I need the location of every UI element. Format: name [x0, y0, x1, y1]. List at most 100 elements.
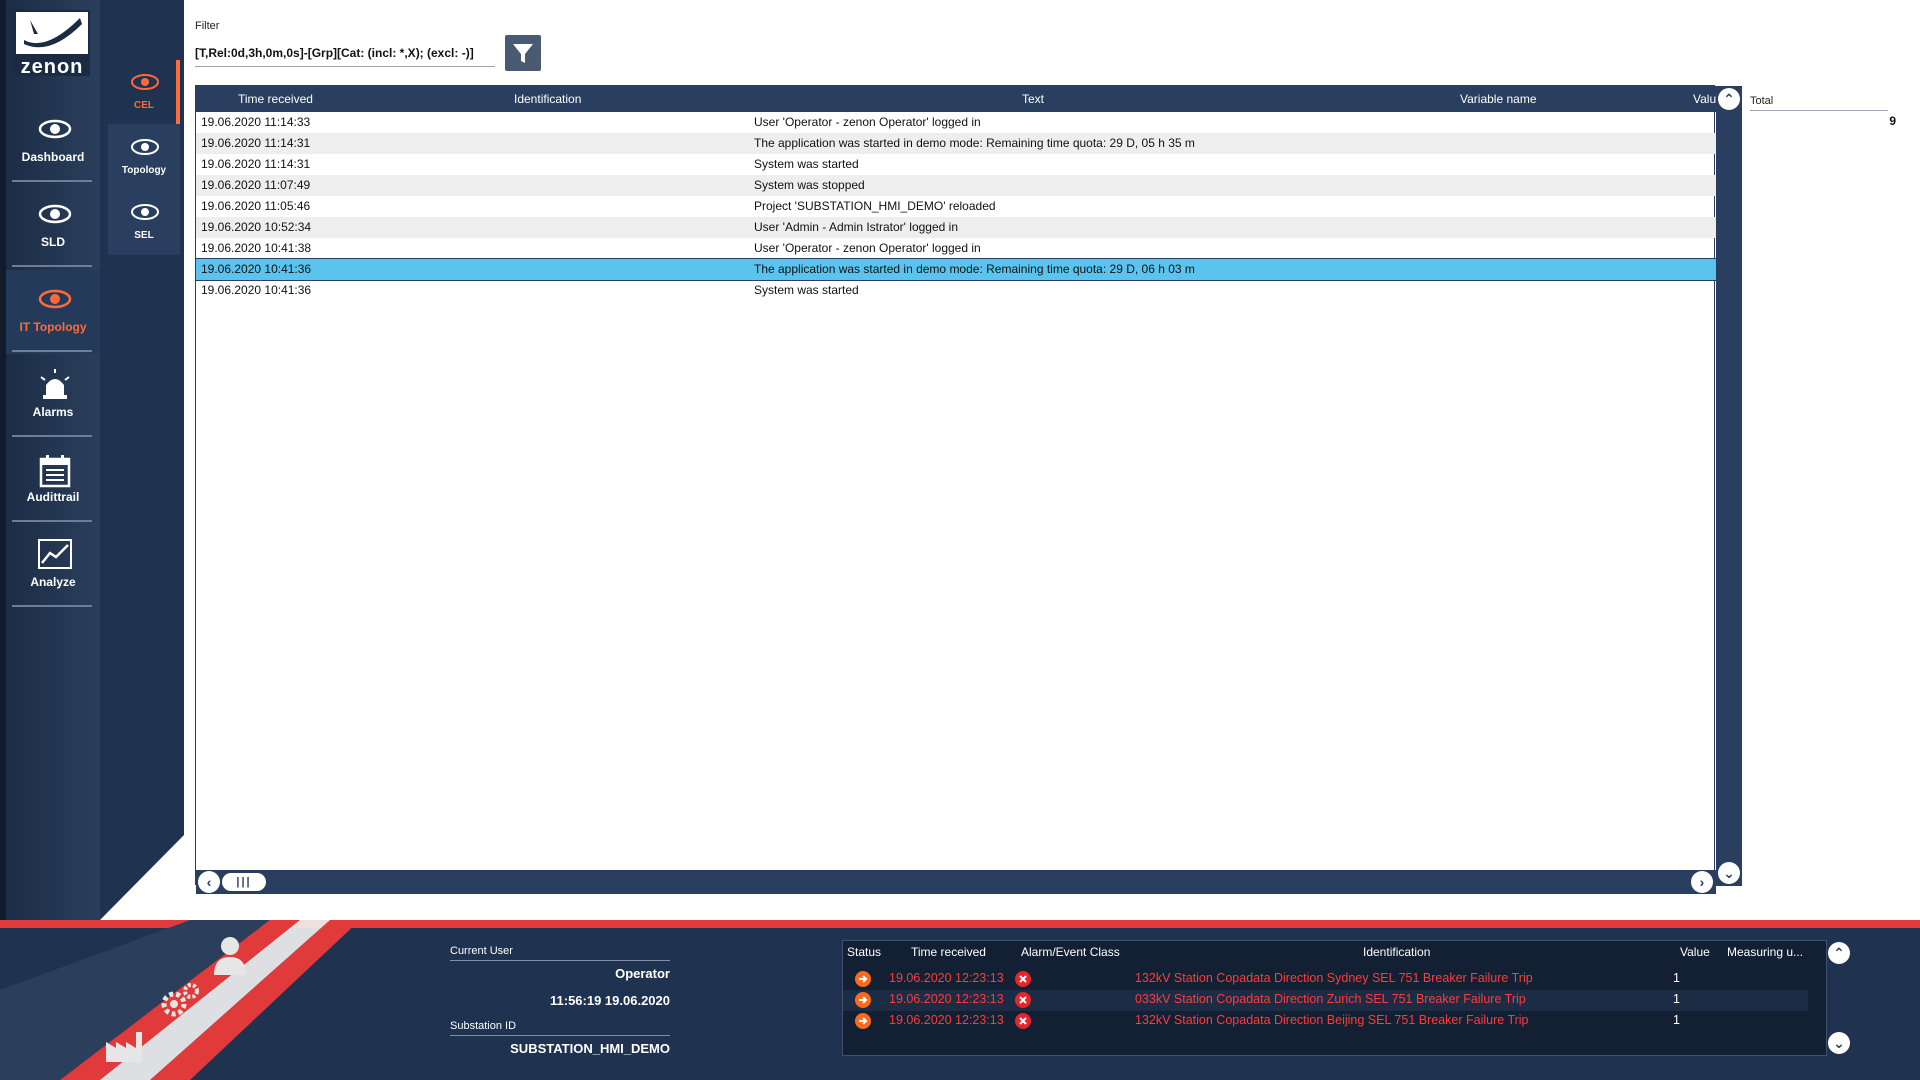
alarm-value: 1 — [1673, 971, 1680, 985]
column-header-identification[interactable]: Identification — [514, 86, 581, 112]
alarm-scroll-down-button[interactable]: ⌄ — [1828, 1032, 1850, 1054]
table-row[interactable]: 19.06.2020 11:14:33 User 'Operator - zeno… — [196, 112, 1716, 133]
status-arrow-icon — [855, 992, 871, 1008]
eye-icon — [130, 135, 160, 159]
sub-navigation: CEL Topology SEL — [100, 0, 184, 1080]
cell-time: 19.06.2020 11:14:31 — [201, 157, 311, 171]
alarm-row[interactable]: 19.06.2020 12:23:13 132kV Station Copada… — [843, 969, 1808, 990]
cell-time: 19.06.2020 10:52:34 — [201, 220, 312, 234]
scroll-left-button[interactable]: ‹ — [198, 871, 220, 893]
alarm-column-time[interactable]: Time received — [911, 945, 986, 959]
event-list-table: Time received Identification Text Variab… — [195, 85, 1742, 894]
alarm-list: Status Time received Alarm/Event Class I… — [842, 940, 1827, 1056]
subnav-item-label: Topology — [121, 165, 167, 176]
table-row[interactable]: 19.06.2020 10:41:36 System was started — [196, 280, 1716, 301]
alarm-row[interactable]: 19.06.2020 12:23:13 132kV Station Copada… — [843, 1011, 1808, 1032]
cell-text: User 'Operator - zenon Operator' logged … — [754, 115, 981, 129]
alarm-time: 19.06.2020 12:23:13 — [889, 992, 1004, 1006]
table-row[interactable]: 19.06.2020 11:14:31 System was started — [196, 154, 1716, 175]
nav-item-audittrail[interactable]: Audittrail — [6, 440, 100, 524]
cell-time: 19.06.2020 11:14:31 — [201, 136, 311, 150]
alarm-list-header: Status Time received Alarm/Event Class I… — [843, 941, 1803, 963]
column-header-value[interactable]: Valu — [1693, 86, 1716, 112]
alarm-column-measuring[interactable]: Measuring u... — [1727, 945, 1803, 959]
filter-label: Filter — [195, 20, 220, 32]
alarm-identification: 033kV Station Copadata Direction Zurich … — [1135, 992, 1526, 1006]
cell-text: System was started — [754, 283, 859, 297]
factory-icon[interactable] — [104, 1030, 148, 1064]
table-body: 19.06.2020 11:14:33 User 'Operator - zeno… — [196, 112, 1716, 870]
cell-text: System was stopped — [754, 178, 865, 192]
cell-time: 19.06.2020 11:05:46 — [201, 199, 311, 213]
subnav-item-cel[interactable]: CEL — [108, 60, 180, 124]
scroll-down-button[interactable]: ⌄ — [1718, 862, 1740, 884]
cell-text: Project 'SUBSTATION_HMI_DEMO' reloaded — [754, 199, 996, 213]
nav-divider — [12, 265, 92, 267]
chevron-right-icon: › — [1699, 874, 1705, 890]
table-row[interactable]: 19.06.2020 10:41:38 User 'Operator - zeno… — [196, 238, 1716, 259]
alarm-time: 19.06.2020 12:23:13 — [889, 971, 1004, 985]
alarm-time: 19.06.2020 12:23:13 — [889, 1013, 1004, 1027]
nav-divider — [12, 605, 92, 607]
column-header-time[interactable]: Time received — [238, 86, 313, 112]
alarm-column-value[interactable]: Value — [1680, 945, 1710, 959]
table-row[interactable]: 19.06.2020 11:05:46 Project 'SUBSTATION_H… — [196, 196, 1716, 217]
nav-divider — [12, 435, 92, 437]
logo-mark-icon — [16, 12, 88, 54]
eye-icon — [130, 200, 160, 224]
cell-time: 19.06.2020 11:07:49 — [201, 178, 311, 192]
cell-text: User 'Operator - zenon Operator' logged … — [754, 241, 981, 255]
cell-time: 19.06.2020 10:41:38 — [201, 241, 312, 255]
nav-item-label: Dashboard — [21, 150, 85, 164]
cell-text: The application was started in demo mode… — [754, 262, 1195, 276]
table-row[interactable]: 19.06.2020 11:07:49 System was stopped — [196, 175, 1716, 196]
table-row[interactable]: 19.06.2020 10:52:34 User 'Admin - Admin I… — [196, 217, 1716, 238]
user-icon[interactable] — [210, 935, 250, 977]
error-x-icon — [1015, 992, 1031, 1008]
subnav-item-sel[interactable]: SEL — [108, 190, 180, 254]
calendar-icon — [38, 454, 72, 488]
alarm-scroll-up-button[interactable]: ⌃ — [1828, 942, 1850, 964]
filter-button[interactable] — [505, 35, 541, 71]
nav-item-sld[interactable]: SLD — [6, 185, 100, 269]
nav-item-label: SLD — [41, 235, 65, 249]
subnav-item-topology[interactable]: Topology — [108, 125, 180, 189]
nav-item-alarms[interactable]: Alarms — [6, 355, 100, 439]
table-header: Time received Identification Text Variab… — [196, 86, 1716, 112]
alarm-column-identification[interactable]: Identification — [1363, 945, 1430, 959]
alarm-value: 1 — [1673, 992, 1680, 1006]
nav-item-analyze[interactable]: Analyze — [6, 525, 100, 609]
vertical-scrollbar[interactable]: ⌃ ⌄ — [1716, 86, 1742, 886]
cell-text: System was started — [754, 157, 859, 171]
table-row[interactable]: 19.06.2020 11:14:31 The application was s… — [196, 133, 1716, 154]
alarm-column-status[interactable]: Status — [847, 945, 881, 959]
scroll-up-button[interactable]: ⌃ — [1718, 88, 1740, 110]
table-row-selected[interactable]: 19.06.2020 10:41:36 The application was s… — [196, 258, 1716, 281]
nav-item-dashboard[interactable]: Dashboard — [6, 100, 100, 184]
nav-item-label: Analyze — [30, 575, 76, 589]
scroll-thumb[interactable]: ||| — [222, 873, 266, 891]
subnav-item-label: SEL — [134, 230, 154, 241]
column-header-variable[interactable]: Variable name — [1460, 86, 1537, 112]
funnel-icon — [513, 44, 533, 63]
status-arrow-icon — [855, 971, 871, 987]
cell-time: 19.06.2020 10:41:36 — [201, 283, 312, 297]
column-header-text[interactable]: Text — [1022, 86, 1044, 112]
alarm-row[interactable]: 19.06.2020 12:23:13 033kV Station Copada… — [843, 990, 1808, 1011]
total-label: Total — [1750, 95, 1774, 107]
eye-icon — [38, 199, 72, 229]
nav-item-it-topology[interactable]: IT Topology — [6, 270, 100, 354]
alarm-column-class[interactable]: Alarm/Event Class — [1021, 945, 1120, 959]
current-user-label: Current User — [450, 945, 513, 957]
error-x-icon — [1015, 971, 1031, 987]
scroll-right-button[interactable]: › — [1691, 871, 1713, 893]
settings-gears-icon[interactable] — [158, 980, 202, 1020]
current-datetime: 11:56:19 19.06.2020 — [550, 993, 670, 1008]
filter-input[interactable]: [T,Rel:0d,3h,0m,0s]-[Grp][Cat: (incl: *,… — [195, 40, 495, 67]
current-user-value: Operator — [615, 966, 670, 981]
status-arrow-icon — [855, 1013, 871, 1029]
main-navigation: zenon Dashboard SLD IT Topology Alarms A… — [0, 0, 100, 1080]
horizontal-scrollbar[interactable]: ‹ ||| › — [196, 870, 1716, 894]
substation-value: SUBSTATION_HMI_DEMO — [510, 1041, 670, 1056]
alarm-scrollbar[interactable]: ⌃ ⌄ — [1827, 940, 1851, 1056]
